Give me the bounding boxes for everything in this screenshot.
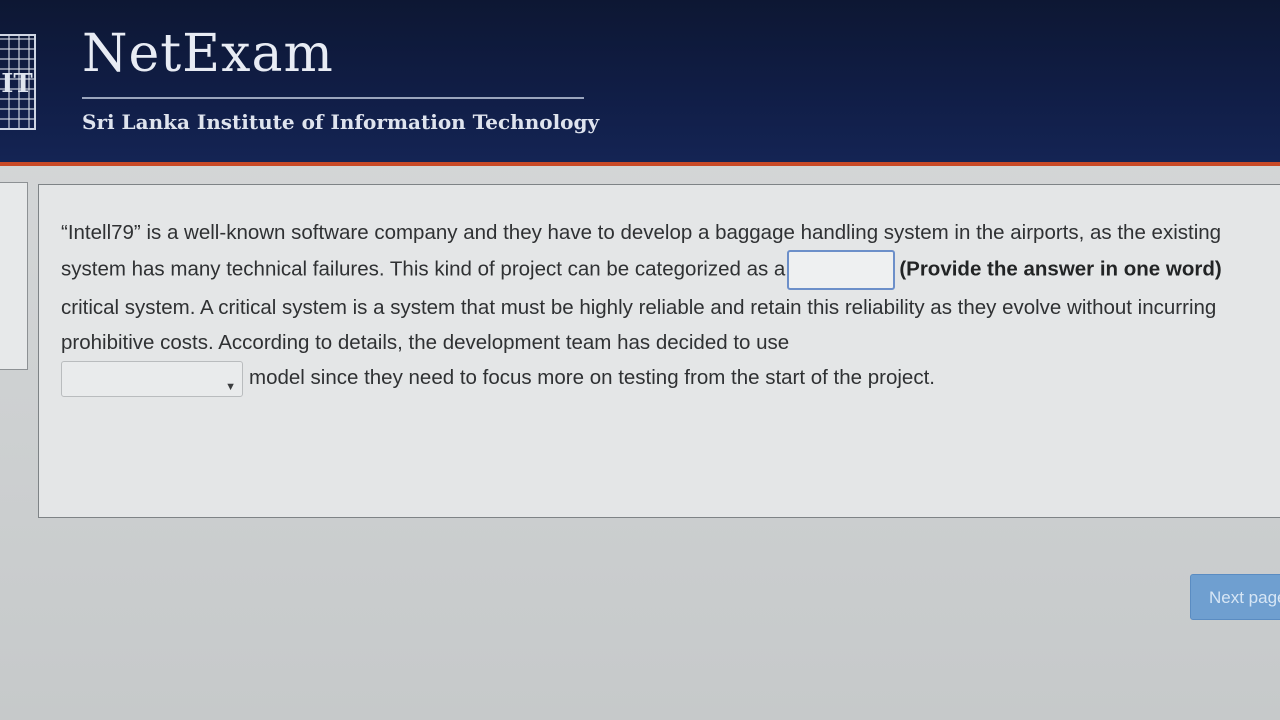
question-panel: “Intell79” is a well-known software comp…	[38, 184, 1280, 518]
exam-page: IT NetExam Sri Lanka Institute of Inform…	[0, 0, 1280, 720]
model-select[interactable]: ▼	[61, 360, 243, 397]
question-part-3: model since they need to focus more on t…	[249, 366, 935, 389]
dropdown-arrow-icon: ▼	[225, 380, 236, 393]
institute-name: Sri Lanka Institute of Information Techn…	[82, 110, 600, 134]
answer-input[interactable]	[787, 250, 896, 290]
question-text: “Intell79” is a well-known software comp…	[61, 215, 1261, 397]
header-banner: IT NetExam Sri Lanka Institute of Inform…	[0, 0, 1280, 166]
next-page-button[interactable]: Next page	[1190, 574, 1280, 620]
logo-text: IT	[1, 69, 33, 99]
question-info-panel	[0, 182, 28, 370]
answer-hint: (Provide the answer in one word)	[899, 257, 1222, 281]
brand-title: NetExam	[82, 24, 334, 84]
question-part-2: critical system. A critical system is a …	[61, 296, 1217, 354]
institute-logo: IT	[0, 34, 36, 130]
brand-divider	[82, 97, 584, 99]
